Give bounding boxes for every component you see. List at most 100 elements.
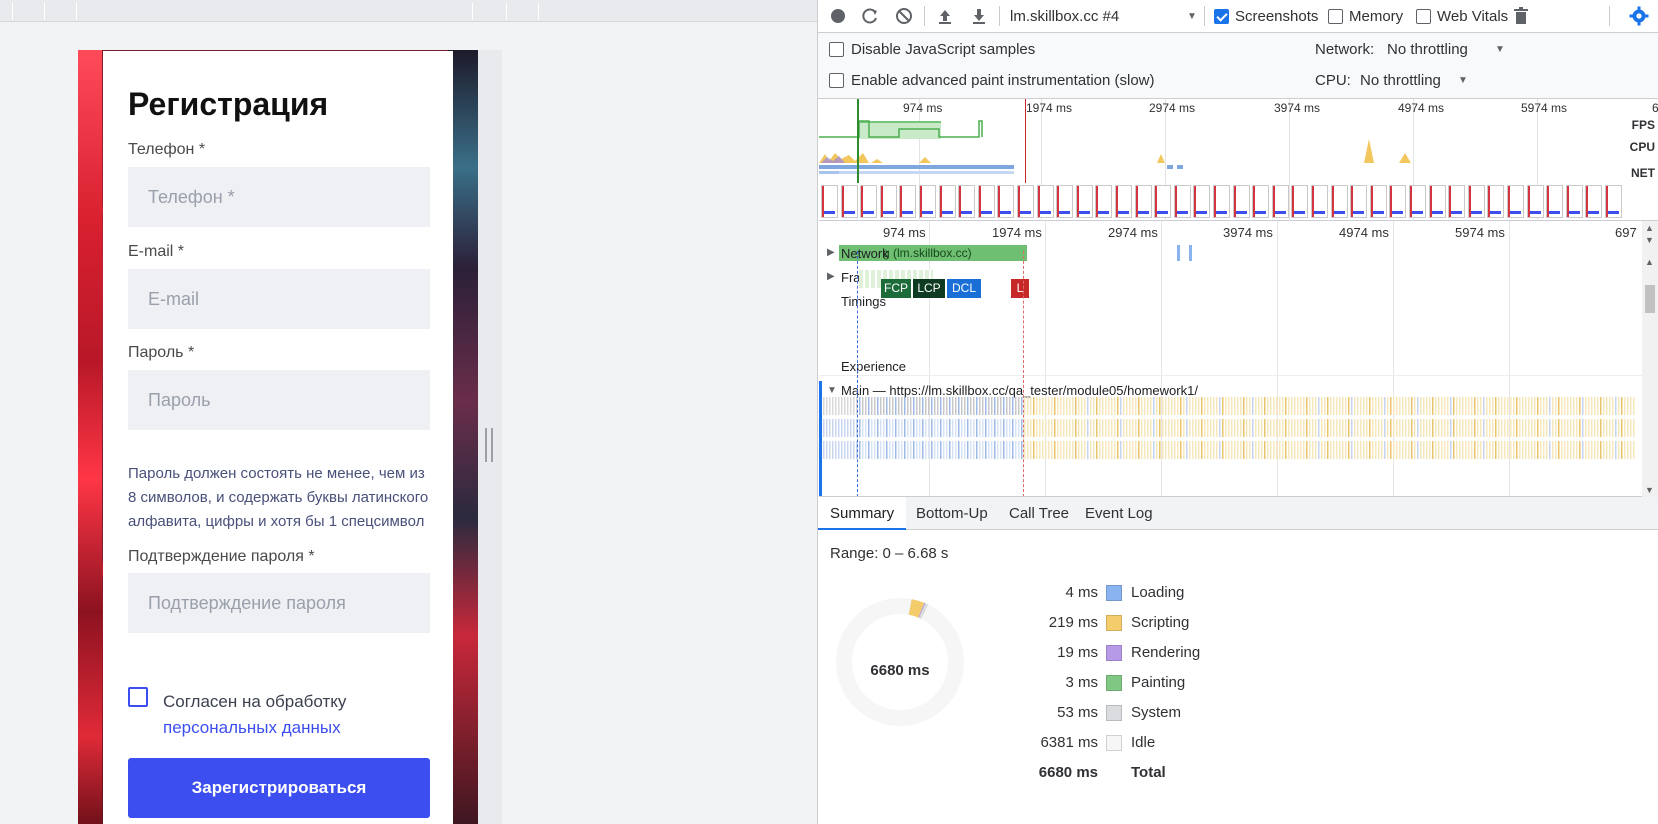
screenshot-thumbnail[interactable]	[977, 185, 995, 218]
screenshot-thumbnail[interactable]	[1173, 185, 1191, 218]
screenshot-thumbnail[interactable]	[1585, 185, 1603, 218]
memory-checkbox[interactable]	[1328, 9, 1343, 24]
timeline-overview[interactable]: 974 ms 1974 ms 2974 ms 3974 ms 4974 ms 5…	[819, 99, 1658, 221]
screenshot-thumbnail[interactable]	[1213, 185, 1230, 218]
network-dropdown-icon[interactable]: ▼	[1495, 44, 1505, 55]
screenshot-thumbnail[interactable]	[919, 185, 936, 218]
screenshot-thumbnail[interactable]	[1467, 185, 1485, 218]
screenshot-thumbnail[interactable]	[1095, 185, 1113, 218]
download-icon[interactable]	[969, 6, 989, 26]
register-button[interactable]: Зарегистрироваться	[128, 758, 430, 818]
record-icon[interactable]	[828, 6, 848, 26]
screenshot-thumbnail[interactable]	[1330, 185, 1348, 218]
screenshot-thumbnail[interactable]	[1350, 185, 1368, 218]
main-thread-track-label[interactable]: Main — https://lm.skillbox.cc/qa_tester/…	[841, 383, 1198, 398]
email-label: E-mail *	[128, 243, 185, 260]
details-tabs: Summary Bottom-Up Call Tree Event Log	[818, 497, 1658, 530]
dcl-marker[interactable]: DCL	[947, 279, 981, 298]
viewport-resize-handle[interactable]	[485, 428, 493, 462]
screenshot-thumbnail[interactable]	[997, 185, 1015, 218]
disable-js-samples-checkbox[interactable]	[829, 42, 844, 57]
expand-network-icon[interactable]: ▶	[827, 247, 835, 258]
agree-checkbox[interactable]	[128, 687, 148, 707]
screenshot-thumbnail[interactable]	[821, 185, 838, 218]
screenshot-thumbnail[interactable]	[1271, 185, 1289, 218]
screenshot-thumbnail[interactable]	[1546, 185, 1564, 218]
selection-start-handle[interactable]	[857, 99, 859, 183]
experience-track-label: Experience	[841, 359, 907, 374]
screenshot-thumbnail[interactable]	[1056, 185, 1074, 218]
screenshot-thumbnail[interactable]	[840, 185, 858, 218]
screenshot-thumbnail[interactable]	[1154, 185, 1172, 218]
screenshot-thumbnail[interactable]	[1448, 185, 1466, 218]
registration-form: Регистрация Телефон * Телефон * E-mail *…	[103, 51, 453, 824]
paint-instrumentation-checkbox[interactable]	[829, 73, 844, 88]
screenshot-thumbnail[interactable]	[1409, 185, 1426, 218]
network-throttle-select[interactable]: No throttling	[1387, 41, 1468, 58]
cpu-dropdown-icon[interactable]: ▼	[1458, 75, 1468, 86]
settings-gear-icon[interactable]	[1629, 6, 1649, 26]
upload-icon[interactable]	[935, 6, 955, 26]
screenshot-thumbnail[interactable]	[1036, 185, 1054, 218]
screenshot-thumbnail[interactable]	[1252, 185, 1270, 218]
agree-label: Согласен на обработку	[163, 692, 347, 711]
expand-frames-icon[interactable]: ▶	[827, 271, 835, 282]
network-throttle-label: Network:	[1315, 41, 1375, 58]
screenshot-thumbnail[interactable]	[860, 185, 878, 218]
trash-icon[interactable]	[1511, 6, 1531, 26]
cpu-net-graph	[819, 120, 1411, 174]
screenshot-thumbnail[interactable]	[1193, 185, 1211, 218]
collapse-main-icon[interactable]: ▼	[827, 385, 837, 396]
screenshot-thumbnail[interactable]	[1115, 185, 1132, 218]
profile-dropdown-icon[interactable]: ▼	[1187, 11, 1197, 22]
screenshot-thumbnail[interactable]	[1134, 185, 1152, 218]
screenshot-thumbnail[interactable]	[1389, 185, 1407, 218]
confirm-password-input[interactable]: Подтверждение пароля	[128, 573, 430, 633]
screenshot-thumbnail[interactable]	[958, 185, 976, 218]
screenshot-thumbnail[interactable]	[1232, 185, 1250, 218]
flame-chart[interactable]: 974 ms 1974 ms 2974 ms 3974 ms 4974 ms 5…	[819, 221, 1643, 497]
tab-call-tree[interactable]: Call Tree	[997, 497, 1081, 530]
flame-tick: 974 ms	[883, 225, 926, 240]
screenshot-thumbnail[interactable]	[938, 185, 956, 218]
flame-tick: 4974 ms	[1339, 225, 1389, 240]
fcp-marker[interactable]: FCP	[881, 279, 911, 298]
timings-track-label: Timings	[841, 294, 887, 309]
tab-event-log[interactable]: Event Log	[1073, 497, 1165, 530]
personal-data-link[interactable]: персональных данных	[163, 715, 346, 741]
cpu-throttle-select[interactable]: No throttling	[1360, 72, 1441, 89]
web-vitals-checkbox[interactable]	[1416, 9, 1431, 24]
main-thread-flames[interactable]	[823, 397, 1639, 481]
reload-icon[interactable]	[860, 6, 880, 26]
selection-end-handle[interactable]	[1025, 99, 1026, 183]
screenshot-filmstrip[interactable]	[819, 183, 1658, 220]
lcp-marker[interactable]: LCP	[913, 279, 945, 298]
profile-select[interactable]: lm.skillbox.cc #4	[1010, 8, 1119, 25]
flame-chart-scrollbar[interactable]: ▲ ▼ ▲ ▼	[1642, 221, 1658, 497]
tab-summary[interactable]: Summary	[818, 497, 907, 530]
screenshot-thumbnail[interactable]	[1526, 185, 1544, 218]
screenshot-thumbnail[interactable]	[1428, 185, 1446, 218]
screenshot-thumbnail[interactable]	[1605, 185, 1622, 218]
tab-bottom-up[interactable]: Bottom-Up	[904, 497, 1000, 530]
screenshot-thumbnail[interactable]	[1017, 185, 1034, 218]
screenshot-thumbnail[interactable]	[1369, 185, 1387, 218]
screenshot-thumbnail[interactable]	[1311, 185, 1328, 218]
clear-icon[interactable]	[894, 6, 914, 26]
network-track-label[interactable]: Network	[841, 246, 889, 261]
screenshot-thumbnail[interactable]	[1075, 185, 1093, 218]
capture-settings: Disable JavaScript samples Enable advanc…	[818, 33, 1658, 99]
email-input[interactable]: E-mail	[128, 269, 430, 329]
screenshot-thumbnail[interactable]	[879, 185, 897, 218]
screenshot-thumbnail[interactable]	[1565, 185, 1583, 218]
screenshot-thumbnail[interactable]	[1487, 185, 1505, 218]
screenshot-thumbnail[interactable]	[1291, 185, 1309, 218]
screenshots-checkbox[interactable]	[1214, 9, 1229, 24]
screenshot-thumbnail[interactable]	[899, 185, 917, 218]
password-input[interactable]: Пароль	[128, 370, 430, 430]
phone-input[interactable]: Телефон *	[128, 167, 430, 227]
page-title: Регистрация	[128, 86, 329, 122]
memory-label: Memory	[1349, 8, 1404, 25]
screenshot-thumbnail[interactable]	[1507, 185, 1524, 218]
load-marker[interactable]: L	[1011, 279, 1029, 298]
